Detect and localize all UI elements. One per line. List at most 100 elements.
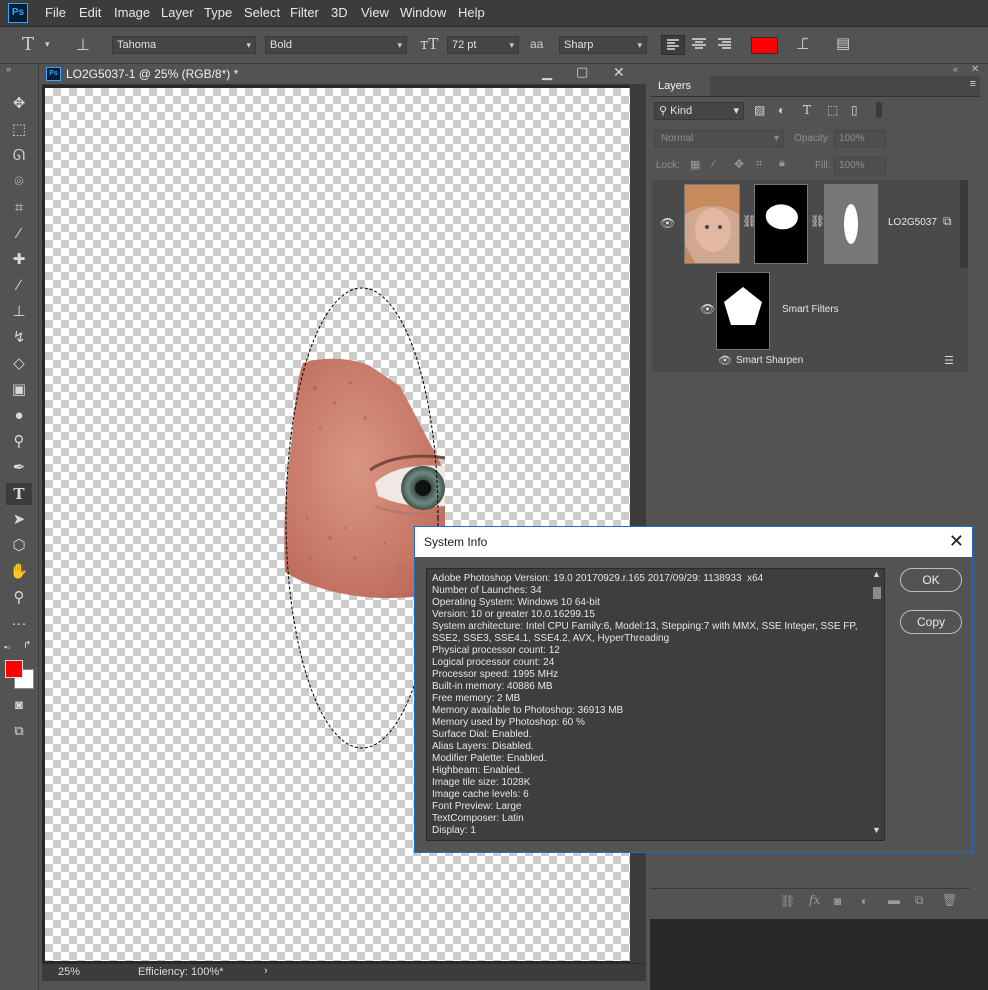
restore-icon[interactable]: ▢ [576, 64, 588, 80]
layer-thumbnail[interactable] [684, 184, 740, 264]
close-icon[interactable]: ✕ [949, 531, 964, 552]
opacity-input[interactable]: 100% [834, 130, 886, 148]
filter-toggle[interactable] [876, 102, 882, 118]
lock-position-icon[interactable]: ✥ [734, 157, 744, 171]
layer-mask-thumbnail[interactable] [754, 184, 808, 264]
eraser-icon[interactable]: ◇ [6, 353, 32, 375]
menu-layer[interactable]: Layer [161, 5, 194, 20]
menu-view[interactable]: View [361, 5, 389, 20]
menu-edit[interactable]: Edit [79, 5, 101, 20]
scroll-down-icon[interactable]: ▼ [872, 825, 881, 835]
antialias-select[interactable]: Sharp ▾ [559, 36, 647, 54]
tab-layers[interactable]: Layers [650, 76, 710, 96]
filter-kind-select[interactable]: ⚲ Kind ▾ [654, 102, 744, 120]
stamp-icon[interactable]: ⊥ [6, 301, 32, 323]
screen-mode-icon[interactable]: ⧉ [6, 720, 32, 742]
scroll-up-icon[interactable]: ▲ [872, 569, 881, 579]
lasso-icon[interactable]: ᘏ [6, 145, 32, 167]
move-icon[interactable]: ✥ [6, 93, 32, 115]
font-size-select[interactable]: 72 pt ▾ [447, 36, 519, 54]
pen-icon[interactable]: ✒ [6, 457, 32, 479]
layers-scrollbar[interactable] [960, 180, 968, 268]
ok-button[interactable]: OK [900, 568, 962, 592]
lock-transparency-icon[interactable]: ▦ [690, 158, 700, 171]
menu-type[interactable]: Type [204, 5, 232, 20]
system-info-textbox[interactable]: Adobe Photoshop Version: 19.0 20170929.r… [426, 568, 885, 841]
menu-window[interactable]: Window [400, 5, 446, 20]
smart-filter-mask-thumbnail[interactable] [716, 272, 770, 350]
fill-input[interactable]: 100% [834, 157, 886, 175]
quick-select-icon[interactable]: ⌾ [6, 171, 32, 193]
zoom-icon[interactable]: ⚲ [6, 587, 32, 609]
link-icon[interactable]: ⛓︎ [810, 214, 825, 228]
quick-mask-icon[interactable]: ◙ [6, 694, 32, 716]
warp-text-icon[interactable]: ⊥̃ [796, 35, 809, 53]
vector-mask-thumbnail[interactable] [824, 184, 878, 264]
trash-icon[interactable]: 🗑︎ [942, 893, 957, 907]
visibility-eye-icon[interactable]: 👁︎ [718, 354, 732, 367]
fx-icon[interactable]: fx [809, 893, 820, 907]
eyedropper-icon[interactable]: ⁄ [6, 223, 32, 245]
more-tools-icon[interactable]: ··· [6, 613, 32, 635]
align-center-button[interactable] [688, 35, 710, 55]
path-select-icon[interactable]: ➤ [6, 509, 32, 531]
filter-pixel-icon[interactable]: ▨ [754, 103, 765, 117]
crop-icon[interactable]: ⌗ [6, 197, 32, 219]
layer-row[interactable]: 👁︎ ⛓︎ ⛓︎ LO2G5037 ⧉ [652, 180, 958, 268]
hand-icon[interactable]: ✋ [6, 561, 32, 583]
default-colors-icon[interactable]: ▪▫ [4, 642, 10, 652]
dodge-icon[interactable]: ⚲ [6, 431, 32, 453]
menu-file[interactable]: File [45, 5, 66, 20]
filter-smart-object-icon[interactable]: ▯ [851, 103, 858, 117]
healing-icon[interactable]: ✚ [6, 249, 32, 271]
blur-icon[interactable]: ● [6, 405, 32, 427]
link-layers-icon[interactable]: ⛓︎ [780, 894, 795, 908]
marquee-icon[interactable]: ⬚ [6, 119, 32, 141]
filter-options-icon[interactable]: ☰ [944, 354, 954, 367]
menu-help[interactable]: Help [458, 5, 485, 20]
brush-icon[interactable]: ∕ [6, 275, 32, 297]
font-family-select[interactable]: Tahoma ▾ [112, 36, 256, 54]
chevron-right-icon[interactable]: › [264, 965, 268, 977]
photoshop-logo-icon[interactable]: Ps [8, 3, 28, 23]
collapse-icon[interactable]: » [6, 64, 11, 74]
history-brush-icon[interactable]: ↯ [6, 327, 32, 349]
menu-filter[interactable]: Filter [290, 5, 319, 20]
filter-type-icon[interactable]: T [803, 103, 811, 117]
swap-colors-icon[interactable]: ↱ [23, 640, 31, 651]
font-style-select[interactable]: Bold ▾ [265, 36, 407, 54]
visibility-eye-icon[interactable]: 👁︎ [700, 302, 715, 316]
text-orientation-icon[interactable]: ⊥ [76, 35, 90, 55]
align-left-button[interactable] [661, 35, 685, 55]
filter-shape-icon[interactable]: ⬚ [827, 103, 838, 117]
smart-filters-row[interactable]: 👁︎ Smart Filters [652, 270, 958, 350]
lock-artboard-icon[interactable]: ⌗ [756, 158, 762, 171]
type-tool-preset-icon[interactable]: T [22, 34, 34, 55]
panel-menu-icon[interactable]: ≡ [970, 78, 976, 90]
chevron-down-icon[interactable]: ▾ [45, 39, 50, 50]
visibility-eye-icon[interactable]: 👁︎ [660, 216, 675, 230]
menu-3d[interactable]: 3D [331, 5, 348, 20]
filter-adjustment-icon[interactable]: ◐ [778, 103, 785, 117]
adjustment-layer-icon[interactable]: ◐ [861, 894, 868, 908]
layer-name[interactable]: LO2G5037 [888, 217, 937, 228]
lock-image-icon[interactable]: ∕ [713, 158, 715, 170]
close-panels-icon[interactable]: ✕ [971, 64, 979, 75]
filter-row-smart-sharpen[interactable]: 👁︎ Smart Sharpen ☰ [652, 352, 958, 372]
character-panel-icon[interactable]: ▤ [836, 34, 850, 52]
new-layer-icon[interactable]: ⧉ [915, 893, 924, 908]
add-mask-icon[interactable]: ◙ [834, 894, 841, 908]
menu-select[interactable]: Select [244, 5, 280, 20]
close-icon[interactable]: ✕ [613, 64, 625, 81]
minimize-icon[interactable]: ▁ [542, 65, 552, 81]
blend-mode-select[interactable]: Normal ▾ [654, 130, 784, 148]
foreground-color-swatch[interactable] [5, 660, 23, 678]
copy-button[interactable]: Copy [900, 610, 962, 634]
type-icon[interactable]: T [6, 483, 32, 505]
shape-icon[interactable]: ⬡ [6, 535, 32, 557]
zoom-level[interactable]: 25% [58, 966, 80, 978]
document-title[interactable]: LO2G5037-1 @ 25% (RGB/8*) * [66, 67, 238, 81]
info-scrollbar[interactable]: ▲ ▼ [870, 569, 884, 840]
text-color-swatch[interactable] [751, 37, 778, 54]
align-right-button[interactable] [714, 35, 736, 55]
